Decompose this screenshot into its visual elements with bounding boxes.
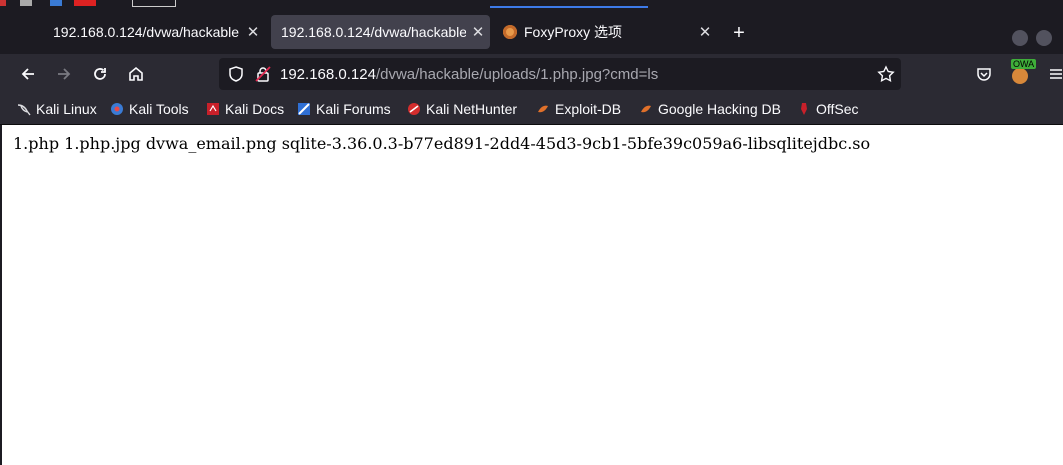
url-text[interactable]: 192.168.0.124/dvwa/hackable/uploads/1.ph… — [280, 66, 658, 83]
nethunter-icon — [408, 103, 420, 115]
kali-docs-icon — [207, 103, 219, 115]
bookmark-label: Kali Linux — [36, 101, 97, 117]
bookmark-offsec[interactable]: OffSec — [797, 100, 859, 118]
close-icon[interactable]: ✕ — [466, 23, 490, 41]
navigation-toolbar: 192.168.0.124/dvwa/hackable/uploads/1.ph… — [0, 54, 1063, 94]
tab-bar: 192.168.0.124/dvwa/hackable ✕ 192.168.0.… — [0, 8, 1063, 54]
offsec-icon — [801, 103, 807, 115]
bookmark-google-hacking-db[interactable]: Google Hacking DB — [639, 100, 781, 118]
extension-badge: OWA — [1011, 59, 1037, 69]
menu-button[interactable] — [1044, 62, 1063, 86]
tab-title: 192.168.0.124/dvwa/hackable — [281, 24, 466, 40]
pocket-icon — [977, 68, 991, 81]
close-icon[interactable]: ✕ — [693, 23, 717, 41]
command-output-text: 1.php 1.php.jpg dvwa_email.png sqlite-3.… — [13, 134, 871, 153]
kali-dragon-icon — [17, 104, 31, 116]
bookmark-kali-forums[interactable]: Kali Forums — [297, 100, 391, 118]
ghdb-icon — [641, 105, 651, 113]
tab-dvwa-1[interactable]: 192.168.0.124/dvwa/hackable ✕ — [43, 15, 265, 49]
bookmark-kali-linux[interactable]: Kali Linux — [17, 100, 97, 118]
kali-tools-icon — [111, 103, 123, 115]
taskbar-app-icon[interactable] — [50, 0, 62, 6]
bookmarks-toolbar: Kali Linux Kali Tools Kali Docs Kali For… — [0, 94, 1063, 125]
hamburger-menu-icon — [1050, 69, 1062, 79]
url-host: 192.168.0.124 — [280, 65, 376, 83]
forward-button[interactable] — [52, 62, 76, 86]
reload-icon — [94, 68, 106, 80]
page-content: 1.php 1.php.jpg dvwa_email.png sqlite-3.… — [2, 125, 1063, 465]
extension-icon — [1012, 68, 1028, 84]
foxyproxy-icon — [503, 25, 517, 39]
taskbar-app-icon[interactable] — [20, 0, 32, 6]
bookmark-label: Google Hacking DB — [658, 101, 781, 117]
reload-button[interactable] — [88, 62, 112, 86]
bookmark-exploit-db[interactable]: Exploit-DB — [536, 100, 621, 118]
arrow-right-icon — [58, 68, 71, 80]
tab-title: 192.168.0.124/dvwa/hackable — [53, 24, 240, 40]
arrow-left-icon — [21, 68, 34, 80]
extension-button[interactable]: OWA — [1008, 59, 1037, 86]
home-button[interactable] — [124, 62, 148, 86]
bookmark-label: Kali NetHunter — [426, 101, 518, 117]
pocket-button[interactable] — [972, 62, 996, 86]
bookmark-label: Exploit-DB — [555, 101, 622, 117]
back-button[interactable] — [16, 62, 40, 86]
maximize-button[interactable] — [1036, 30, 1052, 46]
bookmark-star-icon[interactable] — [877, 65, 895, 88]
tab-dvwa-2[interactable]: 192.168.0.124/dvwa/hackable ✕ — [271, 15, 490, 49]
taskbar-window[interactable] — [132, 0, 176, 7]
taskbar-app-icon[interactable] — [74, 0, 96, 6]
close-icon[interactable]: ✕ — [241, 23, 265, 41]
os-taskbar-strip — [0, 0, 1063, 8]
bookmark-label: OffSec — [816, 101, 859, 117]
exploit-db-icon — [538, 105, 548, 113]
taskbar-app-icon[interactable] — [0, 0, 6, 6]
bookmark-label: Kali Docs — [225, 101, 285, 117]
bookmark-label: Kali Forums — [316, 101, 391, 117]
bookmark-kali-nethunter[interactable]: Kali NetHunter — [407, 100, 517, 118]
url-path: /dvwa/hackable/uploads/1.php.jpg?cmd=ls — [375, 65, 659, 83]
minimize-button[interactable] — [1012, 30, 1028, 46]
bookmark-kali-docs[interactable]: Kali Docs — [206, 100, 284, 118]
address-bar[interactable]: 192.168.0.124/dvwa/hackable/uploads/1.ph… — [219, 58, 901, 90]
bookmark-kali-tools[interactable]: Kali Tools — [110, 100, 189, 118]
tab-foxyproxy[interactable]: FoxyProxy 选项 ✕ — [495, 15, 717, 49]
new-tab-button[interactable]: + — [728, 23, 750, 45]
insecure-lock-icon[interactable] — [254, 65, 272, 88]
tab-title: FoxyProxy 选项 — [524, 24, 623, 40]
home-icon — [129, 66, 143, 81]
bookmark-label: Kali Tools — [129, 101, 189, 117]
shield-icon[interactable] — [227, 65, 245, 88]
kali-forums-icon — [298, 103, 310, 115]
